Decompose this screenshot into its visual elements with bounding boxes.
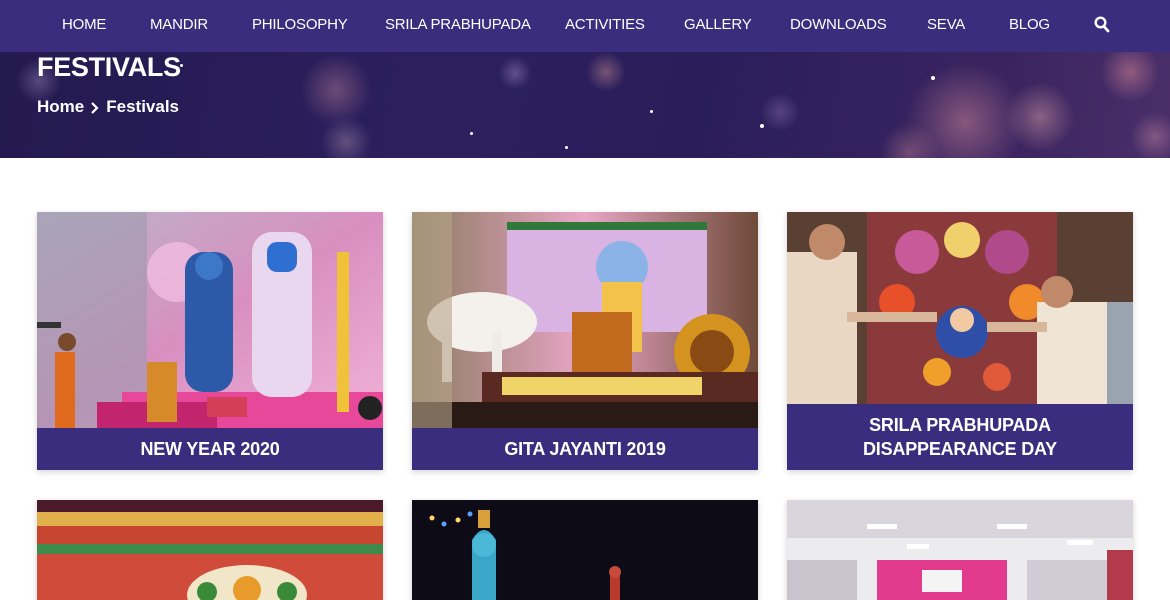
bokeh-decoration bbox=[1100, 52, 1160, 102]
sparkle-decoration bbox=[650, 110, 653, 113]
festival-card[interactable] bbox=[412, 500, 758, 600]
festival-card[interactable] bbox=[37, 500, 383, 600]
festival-card-title: NEW YEAR 2020 bbox=[37, 428, 383, 470]
nav-item-srila-prabhupada[interactable]: SRILA PRABHUPADA bbox=[385, 0, 531, 52]
bokeh-decoration bbox=[1130, 112, 1170, 158]
main-navbar: HOME MANDIR PHILOSOPHY SRILA PRABHUPADA … bbox=[0, 0, 1170, 52]
festival-photo bbox=[37, 212, 383, 428]
nav-item-gallery[interactable]: GALLERY bbox=[684, 0, 752, 52]
festival-card-title: GITA JAYANTI 2019 bbox=[412, 428, 758, 470]
breadcrumb-home-link[interactable]: Home bbox=[37, 97, 84, 117]
festival-photo bbox=[412, 500, 758, 600]
festival-photo bbox=[787, 500, 1133, 600]
breadcrumb-current: Festivals bbox=[106, 97, 179, 116]
page-header-banner: FESTIVALS Home Festivals bbox=[0, 52, 1170, 158]
festival-photo bbox=[37, 500, 383, 600]
nav-item-seva[interactable]: SEVA bbox=[927, 0, 965, 52]
festival-card-srila-prabhupada-disappearance-day[interactable]: SRILA PRABHUPADA DISAPPEARANCE DAY bbox=[787, 212, 1133, 470]
bokeh-decoration bbox=[760, 92, 800, 132]
sparkle-decoration bbox=[760, 124, 764, 128]
nav-item-downloads[interactable]: DOWNLOADS bbox=[790, 0, 887, 52]
nav-item-home[interactable]: HOME bbox=[62, 0, 106, 52]
page-title: FESTIVALS bbox=[37, 52, 181, 82]
nav-item-mandir[interactable]: MANDIR bbox=[150, 0, 208, 52]
search-icon[interactable] bbox=[1094, 16, 1110, 34]
nav-item-philosophy[interactable]: PHILOSOPHY bbox=[252, 0, 348, 52]
festival-card[interactable] bbox=[787, 500, 1133, 600]
bokeh-decoration bbox=[586, 52, 626, 92]
festival-photo bbox=[787, 212, 1133, 404]
sparkle-decoration bbox=[470, 132, 473, 135]
festival-card-new-year-2020[interactable]: NEW YEAR 2020 bbox=[37, 212, 383, 470]
sparkle-decoration bbox=[565, 146, 568, 149]
bokeh-decoration bbox=[498, 56, 532, 90]
nav-item-activities[interactable]: ACTIVITIES bbox=[565, 0, 645, 52]
breadcrumb: Home Festivals bbox=[37, 97, 179, 117]
festival-photo bbox=[412, 212, 758, 428]
festival-card-gita-jayanti-2019[interactable]: GITA JAYANTI 2019 bbox=[412, 212, 758, 470]
bokeh-decoration bbox=[320, 116, 372, 158]
festival-card-title: SRILA PRABHUPADA DISAPPEARANCE DAY bbox=[787, 404, 1133, 470]
bokeh-decoration bbox=[1005, 82, 1075, 152]
chevron-right-icon bbox=[88, 100, 102, 114]
sparkle-decoration bbox=[931, 76, 935, 80]
nav-item-blog[interactable]: BLOG bbox=[1009, 0, 1050, 52]
bokeh-decoration bbox=[300, 54, 372, 126]
